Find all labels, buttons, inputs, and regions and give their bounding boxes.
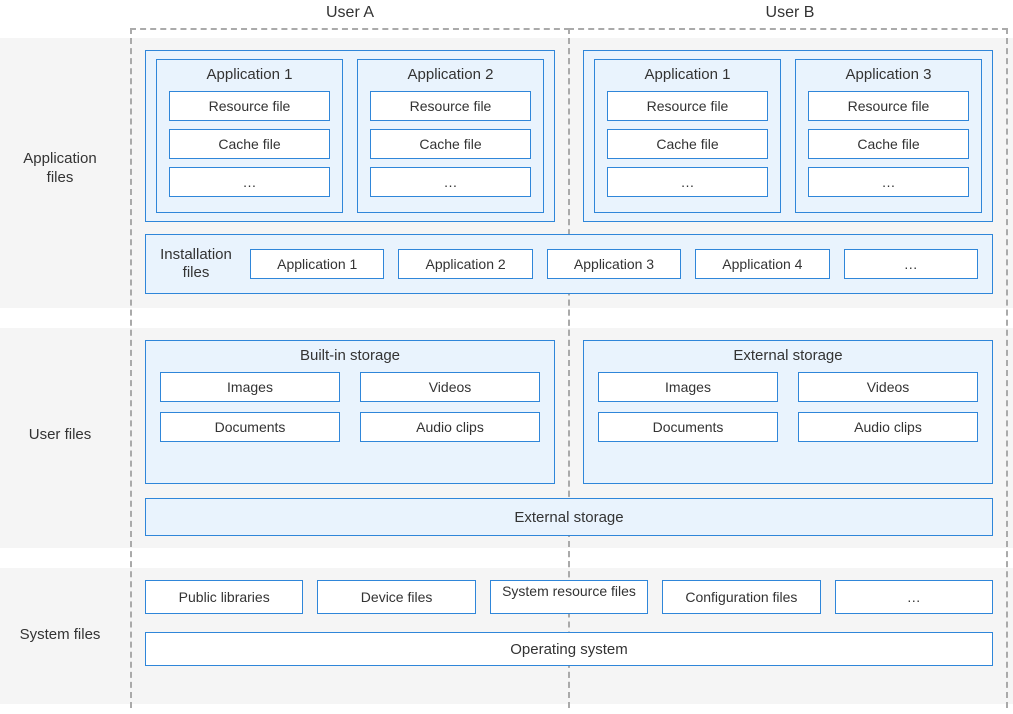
operating-system-bar: Operating system — [145, 632, 993, 666]
installation-files-bar: Installation files Application 1 Applica… — [145, 234, 993, 294]
app-block-title: Application 1 — [595, 60, 780, 87]
storage-item: Videos — [360, 372, 540, 402]
builtin-storage-title: Built-in storage — [146, 341, 554, 368]
row-label-application-files: Application files — [0, 150, 120, 188]
app-block-user-b-0: Application 1 Resource file Cache file … — [594, 59, 781, 213]
installation-item: Application 4 — [695, 249, 829, 279]
user-b-app-blocks: Application 1 Resource file Cache file …… — [583, 50, 993, 222]
row-label-user-files: User files — [0, 426, 120, 445]
app-item: … — [607, 167, 768, 197]
app-item: … — [808, 167, 969, 197]
app-block-title: Application 3 — [796, 60, 981, 87]
external-storage: External storage Images Videos Documents… — [583, 340, 993, 484]
file-classification-diagram: User A User B Application files User fil… — [0, 0, 1013, 714]
app-item: Resource file — [169, 91, 330, 121]
app-item: Cache file — [607, 129, 768, 159]
operating-system-label: Operating system — [510, 641, 628, 658]
app-item: Cache file — [370, 129, 531, 159]
user-b-header: User B — [570, 4, 1010, 22]
installation-item: … — [844, 249, 978, 279]
storage-item: Documents — [160, 412, 340, 442]
installation-files-label: Installation files — [146, 246, 246, 282]
app-item: Cache file — [808, 129, 969, 159]
app-block-user-a-0: Application 1 Resource file Cache file … — [156, 59, 343, 213]
system-item: Device files — [317, 580, 475, 614]
user-a-app-blocks: Application 1 Resource file Cache file …… — [145, 50, 555, 222]
app-item: Resource file — [808, 91, 969, 121]
storage-item: Documents — [598, 412, 778, 442]
installation-item: Application 1 — [250, 249, 384, 279]
installation-item: Application 3 — [547, 249, 681, 279]
app-block-user-a-1: Application 2 Resource file Cache file … — [357, 59, 544, 213]
app-block-title: Application 2 — [358, 60, 543, 87]
installation-item: Application 2 — [398, 249, 532, 279]
app-item: … — [169, 167, 330, 197]
external-storage-title: External storage — [584, 341, 992, 368]
storage-item: Audio clips — [798, 412, 978, 442]
app-block-user-b-1: Application 3 Resource file Cache file … — [795, 59, 982, 213]
system-item: … — [835, 580, 993, 614]
builtin-storage: Built-in storage Images Videos Documents… — [145, 340, 555, 484]
app-item: Resource file — [370, 91, 531, 121]
system-item: Configuration files — [662, 580, 820, 614]
app-item: Cache file — [169, 129, 330, 159]
system-item: Public libraries — [145, 580, 303, 614]
storage-item: Audio clips — [360, 412, 540, 442]
shared-external-storage-label: External storage — [514, 509, 623, 526]
storage-item: Images — [160, 372, 340, 402]
system-item: System resource files — [490, 580, 648, 614]
app-block-title: Application 1 — [157, 60, 342, 87]
shared-external-storage: External storage — [145, 498, 993, 536]
row-label-system-files: System files — [0, 626, 120, 645]
app-item: Resource file — [607, 91, 768, 121]
storage-item: Videos — [798, 372, 978, 402]
user-a-header: User A — [130, 4, 570, 22]
storage-item: Images — [598, 372, 778, 402]
app-item: … — [370, 167, 531, 197]
